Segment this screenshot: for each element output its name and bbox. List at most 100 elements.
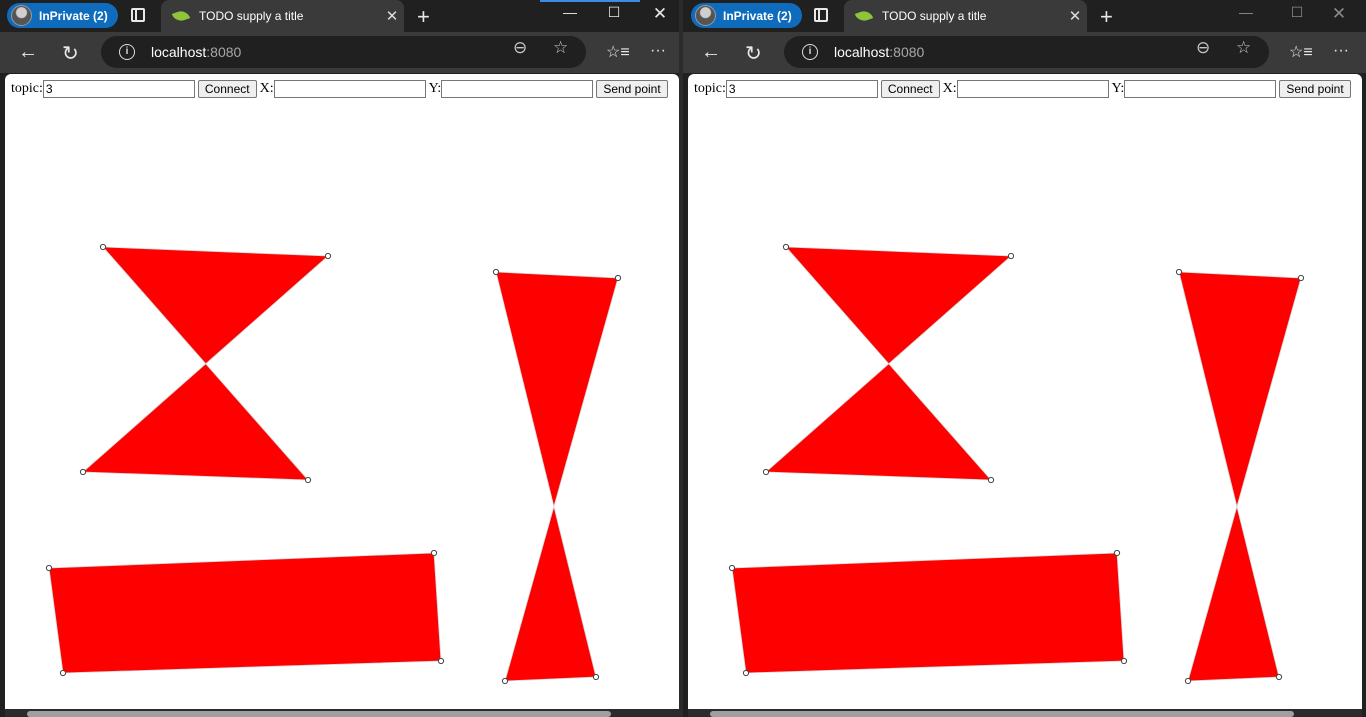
shape-hourglass-vertical [1178,271,1302,682]
refresh-icon[interactable]: ↻ [62,41,79,66]
tab-actions-icon[interactable] [131,8,145,22]
send-point-button[interactable]: Send point [596,80,668,98]
vertex-handle[interactable] [324,252,332,260]
inprivate-label: InPrivate (2) [723,8,792,23]
vertex-handle[interactable] [501,677,509,685]
shape-hourglass-horizontal [81,246,330,481]
topic-label: topic: [11,81,43,96]
tab-active[interactable]: TODO supply a title ✕ [161,0,404,32]
new-tab-icon[interactable]: + [417,4,430,30]
toolbar: ← ↻ i localhost:8080 ⊖ ☆ ☆≡ ··· [683,32,1366,73]
tab-actions-icon[interactable] [814,8,828,22]
shape-hourglass-horizontal [764,246,1013,481]
close-tab-icon[interactable]: ✕ [380,7,404,25]
tab-active[interactable]: TODO supply a title ✕ [844,0,1087,32]
address-port: :8080 [889,44,925,60]
tab-title: TODO supply a title [199,9,304,23]
control-form: topic: Connect X: Y: Send point [11,80,671,98]
control-form: topic: Connect X: Y: Send point [694,80,1354,98]
x-label: X: [259,81,274,96]
zoom-out-icon[interactable]: ⊖ [513,38,527,58]
y-input[interactable] [441,80,594,98]
vertex-handle[interactable] [1275,673,1283,681]
address-port: :8080 [206,44,242,60]
favorite-star-icon[interactable]: ☆ [553,38,568,58]
inprivate-label: InPrivate (2) [39,8,108,23]
refresh-icon[interactable]: ↻ [745,41,762,66]
horizontal-scrollbar[interactable] [688,709,1362,717]
maximize-icon[interactable]: ☐ [591,4,637,21]
scrollbar-thumb[interactable] [710,711,1294,717]
horizontal-scrollbar[interactable] [5,709,679,717]
tab-bar: InPrivate (2) TODO supply a title ✕ + — … [0,0,683,32]
back-icon[interactable]: ← [701,41,721,64]
connect-button[interactable]: Connect [197,80,257,98]
connect-button[interactable]: Connect [880,80,940,98]
zoom-out-icon[interactable]: ⊖ [1196,38,1210,58]
back-icon[interactable]: ← [18,41,38,64]
shape-hourglass-vertical [495,271,619,682]
minimize-icon[interactable]: — [547,4,593,20]
site-info-icon[interactable]: i [119,44,135,60]
x-label: X: [942,81,957,96]
vertex-handle[interactable] [1184,677,1192,685]
close-window-icon[interactable]: ✕ [1316,4,1362,24]
address-host: localhost [834,44,890,60]
scrollbar-thumb[interactable] [27,711,611,717]
vertex-handle[interactable] [304,476,312,484]
vertex-handle[interactable] [45,564,53,572]
y-input[interactable] [1124,80,1277,98]
vertex-handle[interactable] [1175,268,1183,276]
browser-window-left: InPrivate (2) TODO supply a title ✕ + — … [0,0,683,717]
vertex-handle[interactable] [987,476,995,484]
page-viewport: topic: Connect X: Y: Send point [5,74,679,709]
spring-leaf-icon [171,8,191,24]
vertex-handle[interactable] [1297,274,1305,282]
close-tab-icon[interactable]: ✕ [1063,7,1087,25]
favorites-icon[interactable]: ☆≡ [1289,42,1313,62]
vertex-handle[interactable] [492,268,500,276]
site-info-icon[interactable]: i [802,44,818,60]
favorites-icon[interactable]: ☆≡ [606,42,630,62]
vertex-handle[interactable] [614,274,622,282]
x-input[interactable] [956,80,1109,98]
y-label: Y: [1111,81,1125,96]
topic-label: topic: [694,81,726,96]
y-label: Y: [428,81,442,96]
vertex-handle[interactable] [79,468,87,476]
vertex-handle[interactable] [437,657,445,665]
address-host: localhost [151,44,207,60]
topic-input[interactable] [725,80,878,98]
maximize-icon[interactable]: ☐ [1274,4,1320,21]
more-options-icon[interactable]: ··· [650,42,666,60]
page-viewport: topic: Connect X: Y: Send point [688,74,1362,709]
vertex-handle[interactable] [1007,252,1015,260]
vertex-handle[interactable] [59,669,67,677]
send-point-button[interactable]: Send point [1279,80,1351,98]
close-window-icon[interactable]: ✕ [637,4,683,24]
toolbar: ← ↻ i localhost:8080 ⊖ ☆ ☆≡ ··· [0,32,683,73]
minimize-icon[interactable]: — [1223,4,1269,20]
vertex-handle[interactable] [742,669,750,677]
inprivate-badge[interactable]: InPrivate (2) [691,3,802,28]
shape-quadrilateral [731,552,1125,674]
inprivate-badge[interactable]: InPrivate (2) [7,3,118,28]
vertex-handle[interactable] [1113,549,1121,557]
favorite-star-icon[interactable]: ☆ [1236,38,1251,58]
vertex-handle[interactable] [430,549,438,557]
shape-quadrilateral [48,552,442,674]
vertex-handle[interactable] [592,673,600,681]
drawing-canvas[interactable] [5,74,679,709]
more-options-icon[interactable]: ··· [1333,42,1349,60]
new-tab-icon[interactable]: + [1100,4,1113,30]
vertex-handle[interactable] [1120,657,1128,665]
vertex-handle[interactable] [762,468,770,476]
vertex-handle[interactable] [728,564,736,572]
drawing-canvas[interactable] [688,74,1362,709]
vertex-handle[interactable] [782,243,790,251]
avatar [11,5,32,26]
vertex-handle[interactable] [99,243,107,251]
tab-bar: InPrivate (2) TODO supply a title ✕ + — … [683,0,1366,32]
x-input[interactable] [273,80,426,98]
topic-input[interactable] [42,80,195,98]
